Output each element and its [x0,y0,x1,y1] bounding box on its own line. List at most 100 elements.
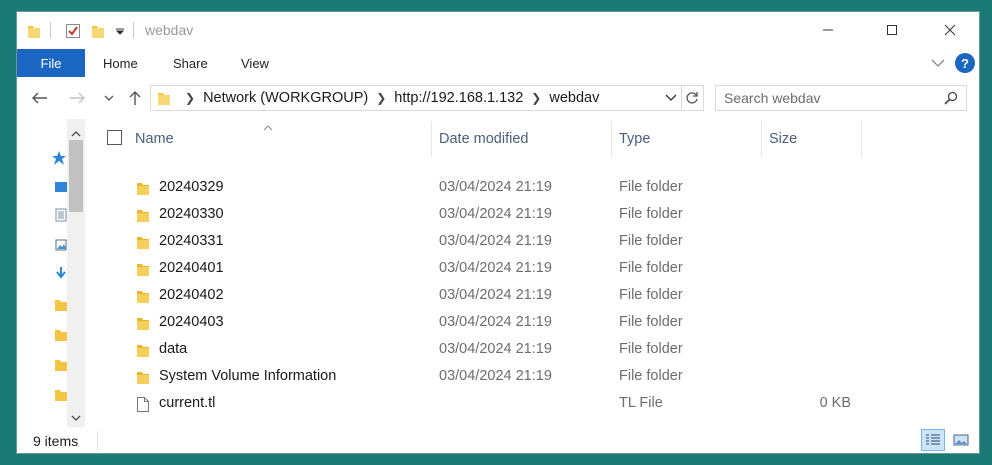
file-row[interactable]: 20240329 03/04/2024 21:19 File folder [103,174,873,201]
help-icon[interactable]: ? [955,53,975,73]
folder-icon[interactable] [55,298,67,312]
documents-icon[interactable] [55,208,67,222]
file-name: 20240402 [159,287,224,303]
column-type[interactable]: Type [619,131,650,147]
details-view-button[interactable] [921,429,945,451]
file-name: 20240403 [159,314,224,330]
expand-ribbon-icon[interactable] [927,59,949,67]
breadcrumb-network[interactable]: Network (WORKGROUP) [203,90,368,106]
folder-icon [136,261,150,280]
file-name: current.tl [159,395,216,411]
tab-share[interactable]: Share [173,56,208,71]
back-button[interactable] [28,85,52,111]
breadcrumb-separator-icon[interactable]: ❯ [531,91,541,105]
address-bar[interactable]: ❯ Network (WORKGROUP) ❯ http://192.168.1… [150,85,682,111]
new-folder-icon[interactable] [91,21,105,41]
file-row[interactable]: 20240402 03/04/2024 21:19 File folder [103,282,873,309]
file-type: File folder [619,341,683,357]
folder-icon [136,369,150,388]
file-date-modified: 03/04/2024 21:19 [439,233,552,249]
refresh-button[interactable] [681,85,704,111]
breadcrumb-webdav[interactable]: webdav [549,90,599,106]
column-divider[interactable] [611,121,612,157]
breadcrumb-separator-icon[interactable]: ❯ [185,91,195,105]
explorer-window: webdav File Home Share View ? ❯ Network … [16,11,980,454]
file-row[interactable]: System Volume Information 03/04/2024 21:1… [103,363,873,390]
file-date-modified: 03/04/2024 21:19 [439,206,552,222]
minimize-button[interactable] [805,12,851,48]
item-count: 9 items [33,433,79,449]
address-dropdown-icon[interactable] [665,94,677,102]
file-type: File folder [619,206,683,222]
search-input[interactable] [724,90,934,106]
file-size: 0 KB [819,395,851,411]
file-date-modified: 03/04/2024 21:19 [439,314,552,330]
breadcrumb-host[interactable]: http://192.168.1.132 [394,90,523,106]
tab-file[interactable]: File [17,49,85,77]
scrollbar-thumb[interactable] [69,140,83,212]
file-date-modified: 03/04/2024 21:19 [439,287,552,303]
recent-locations-button[interactable] [97,85,121,111]
folder-icon [136,180,150,199]
folder-icon [136,342,150,361]
scroll-down-icon[interactable] [71,409,81,425]
tab-view[interactable]: View [241,56,269,71]
folder-icon[interactable] [55,328,67,342]
file-row[interactable]: data 03/04/2024 21:19 File folder [103,336,873,363]
quick-access-icon[interactable] [51,150,66,165]
properties-icon[interactable] [65,21,81,41]
forward-button[interactable] [65,85,89,111]
select-all-checkbox[interactable] [107,130,122,145]
file-name: 20240401 [159,260,224,276]
folder-icon [136,288,150,307]
file-row[interactable]: 20240330 03/04/2024 21:19 File folder [103,201,873,228]
file-type: TL File [619,395,663,411]
file-row[interactable]: 20240403 03/04/2024 21:19 File folder [103,309,873,336]
search-icon[interactable] [944,91,958,108]
file-name: System Volume Information [159,368,337,384]
customize-toolbar-icon[interactable] [115,21,125,41]
file-row[interactable]: 20240331 03/04/2024 21:19 File folder [103,228,873,255]
file-date-modified: 03/04/2024 21:19 [439,179,552,195]
column-name[interactable]: Name [135,131,174,147]
breadcrumb-separator-icon[interactable]: ❯ [376,91,386,105]
scroll-up-icon[interactable] [71,125,81,141]
folder-icon[interactable] [55,388,67,402]
maximize-button[interactable] [869,12,915,48]
up-button[interactable] [123,85,147,111]
search-box [715,85,967,111]
folder-icon [136,315,150,334]
file-row[interactable]: current.tl TL File 0 KB [103,390,873,417]
ribbon-controls: ? [927,51,979,75]
file-date-modified: 03/04/2024 21:19 [439,368,552,384]
column-divider[interactable] [431,121,432,157]
column-divider[interactable] [761,121,762,157]
column-header: Name Date modified Type Size [103,119,973,157]
status-separator [97,431,98,451]
column-size[interactable]: Size [769,131,797,147]
pictures-icon[interactable] [55,238,67,252]
close-button[interactable] [927,12,973,48]
file-name: 20240331 [159,233,224,249]
file-type: File folder [619,260,683,276]
file-type: File folder [619,179,683,195]
file-name: 20240329 [159,179,224,195]
title-separator [133,22,134,38]
column-divider[interactable] [861,121,862,157]
ribbon: File Home Share View ? [17,49,979,77]
downloads-icon[interactable] [55,266,67,280]
desktop-icon[interactable] [55,180,67,194]
folder-icon[interactable] [55,358,67,372]
file-name: 20240330 [159,206,224,222]
tab-home[interactable]: Home [103,56,138,71]
window-title: webdav [145,22,194,38]
title-separator [50,22,51,38]
file-row[interactable]: 20240401 03/04/2024 21:19 File folder [103,255,873,282]
large-icons-view-button[interactable] [949,429,973,451]
folder-icon [136,234,150,253]
folder-icon [136,207,150,226]
folder-icon [27,21,41,41]
column-date-modified[interactable]: Date modified [439,131,528,147]
navigation-bar: ❯ Network (WORKGROUP) ❯ http://192.168.1… [17,82,979,116]
title-bar: webdav [17,12,979,49]
